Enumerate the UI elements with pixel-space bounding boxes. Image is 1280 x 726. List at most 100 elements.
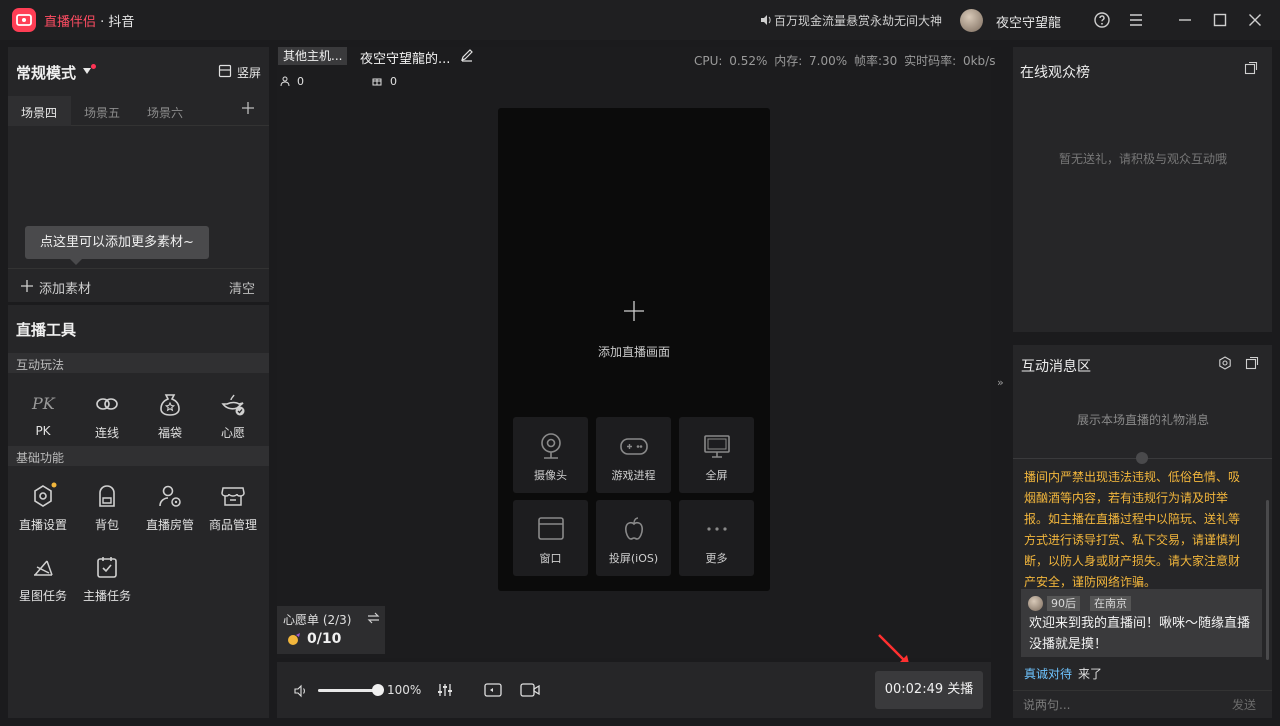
visitor-name[interactable]: 真诚对待: [1024, 667, 1072, 681]
add-scene-icon[interactable]: [241, 101, 255, 115]
tool-backpack-label: 背包: [94, 518, 119, 532]
source-window-label: 窗口: [539, 552, 562, 565]
tool-anchor-task[interactable]: 主播任务: [76, 553, 138, 604]
tooltip-arrow: [70, 259, 82, 265]
welcome-text: 欢迎来到我的直播间！啾咪～随缘直播没播就是摸！: [1029, 616, 1251, 652]
collapse-chevron-icon[interactable]: »: [997, 376, 1004, 389]
notification-dot: [91, 64, 96, 69]
minimize-icon[interactable]: [1175, 10, 1195, 30]
source-more[interactable]: 更多: [679, 500, 754, 576]
tool-product-mgmt-label: 商品管理: [208, 518, 257, 532]
source-game[interactable]: 游戏进程: [596, 417, 671, 493]
viewer-count: 0: [297, 75, 304, 88]
audience-ranking-title: 在线观众榜: [1020, 65, 1090, 81]
mode-selector[interactable]: 常规模式: [16, 62, 76, 83]
tab-scene-4[interactable]: 场景四: [21, 104, 57, 121]
tab-scene-6[interactable]: 场景六: [147, 104, 183, 121]
room-name[interactable]: 夜空守望龍的...: [360, 48, 450, 67]
stop-live-button[interactable]: 00:02:49 关播: [875, 671, 983, 709]
lucky-bag-icon: [156, 390, 184, 418]
edit-icon[interactable]: [460, 48, 474, 62]
tool-pk-label: PK: [35, 424, 51, 438]
volume-icon[interactable]: [294, 684, 308, 698]
tool-backpack[interactable]: 背包: [76, 482, 138, 533]
caret-down-icon[interactable]: [83, 68, 91, 74]
interactive-section-label: 互动玩法: [16, 358, 65, 372]
camera-icon: [536, 431, 566, 461]
tool-live-settings[interactable]: 直播设置: [12, 482, 74, 533]
task-clipboard-icon: [93, 553, 121, 581]
popout-icon[interactable]: [1244, 61, 1258, 75]
settings-hex-icon: [29, 482, 57, 510]
mixer-icon[interactable]: [437, 682, 453, 698]
maximize-icon[interactable]: [1210, 10, 1230, 30]
tab-scene-5[interactable]: 场景五: [84, 104, 120, 121]
audience-empty-note: 暂无送礼，请积极与观众互动哦: [1059, 152, 1228, 166]
chat-input[interactable]: 说两句...: [1023, 696, 1070, 713]
tool-pk[interactable]: PK PK: [12, 390, 74, 438]
menu-icon[interactable]: [1126, 10, 1146, 30]
volume-slider-track[interactable]: [318, 689, 378, 692]
tool-luckybag-label: 福袋: [157, 426, 182, 440]
basic-section-label: 基础功能: [16, 451, 65, 465]
more-icon: [702, 514, 732, 544]
gift-message-placeholder: 展示本场直播的礼物消息: [1077, 413, 1210, 427]
switch-icon[interactable]: [367, 612, 380, 624]
tool-live-settings-label: 直播设置: [18, 518, 67, 532]
tool-product-mgmt[interactable]: 商品管理: [202, 482, 264, 533]
tool-luckybag[interactable]: 福袋: [139, 390, 201, 441]
video-icon[interactable]: [519, 681, 541, 699]
add-scene-plus-icon[interactable]: [623, 300, 645, 322]
source-window[interactable]: 窗口: [513, 500, 588, 576]
gift-icon: [372, 76, 382, 86]
record-screen-icon[interactable]: [483, 681, 503, 699]
source-fullscreen-label: 全屏: [705, 469, 728, 482]
svg-text:PK: PK: [31, 394, 56, 413]
settings-icon[interactable]: [1218, 356, 1232, 370]
send-button[interactable]: 发送: [1232, 696, 1256, 713]
scene-panel: [8, 47, 269, 302]
popout-icon[interactable]: [1245, 356, 1259, 370]
promo-notice[interactable]: 百万现金流量悬赏永劫无间大神: [774, 12, 942, 29]
source-game-label: 游戏进程: [611, 469, 656, 482]
portrait-icon[interactable]: [218, 64, 232, 78]
clear-button[interactable]: 清空: [229, 278, 255, 297]
audience-ranking-panel: [1013, 47, 1272, 332]
tool-wish[interactable]: 心愿: [202, 390, 264, 441]
help-icon[interactable]: [1092, 10, 1112, 30]
avatar[interactable]: [960, 9, 983, 32]
scrollbar[interactable]: [1266, 500, 1269, 660]
divider-handle-icon[interactable]: [1136, 452, 1148, 464]
tool-connect-label: 连线: [94, 426, 119, 440]
add-live-label[interactable]: 添加直播画面: [498, 343, 770, 360]
tool-wish-label: 心愿: [220, 426, 245, 440]
source-camera-label: 摄像头: [534, 469, 567, 482]
monitor-icon: [702, 431, 732, 461]
tool-star-task[interactable]: 星图任务: [12, 553, 74, 604]
window-icon: [536, 514, 566, 544]
host-tag[interactable]: 其他主机...: [278, 47, 348, 65]
store-icon: [219, 482, 247, 510]
source-fullscreen[interactable]: 全屏: [679, 417, 754, 493]
source-ios-cast[interactable]: 投屏(iOS): [596, 500, 671, 576]
close-icon[interactable]: [1245, 10, 1265, 30]
app-logo-icon: [12, 8, 36, 32]
source-camera[interactable]: 摄像头: [513, 417, 588, 493]
plus-icon[interactable]: [21, 280, 33, 292]
message-avatar[interactable]: [1028, 596, 1043, 611]
tool-room-admin[interactable]: 直播房管: [139, 482, 201, 533]
add-material-button[interactable]: 添加素材: [39, 278, 91, 297]
wishlist-title: 心愿单 (2/3): [283, 613, 352, 627]
volume-slider-handle[interactable]: [372, 684, 384, 696]
username[interactable]: 夜空守望龍: [996, 12, 1061, 31]
volume-slider-fill: [318, 689, 378, 692]
portrait-toggle[interactable]: 竖屏: [237, 64, 261, 81]
app-title: 直播伴侣 · 抖音: [44, 15, 135, 30]
wish-lamp-icon: [219, 390, 247, 418]
add-material-tooltip: 点这里可以添加更多素材~: [25, 226, 209, 259]
link-icon: [93, 390, 121, 418]
tool-connect[interactable]: 连线: [76, 390, 138, 441]
pk-icon: PK: [29, 390, 57, 418]
tool-star-task-label: 星图任务: [18, 589, 67, 603]
title-bar: [0, 0, 1280, 40]
